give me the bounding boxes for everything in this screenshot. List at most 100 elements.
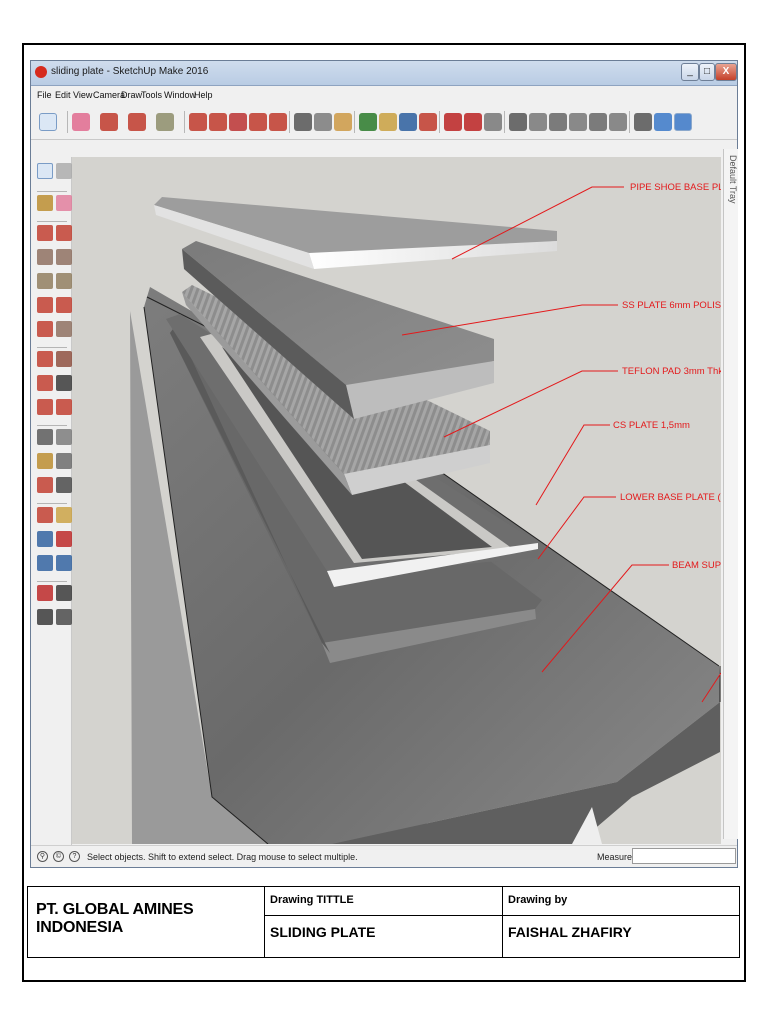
previous-view-icon[interactable]: [56, 555, 72, 571]
zoom-icon[interactable]: [399, 113, 417, 131]
menu-window[interactable]: Window: [164, 90, 196, 100]
orbit-icon[interactable]: [359, 113, 377, 131]
tape-measure-icon[interactable]: [294, 113, 312, 131]
tape-measure-icon[interactable]: [37, 429, 53, 445]
select-icon[interactable]: [39, 113, 57, 131]
title-bar[interactable]: sliding plate - SketchUp Make 2016 _ □ X: [31, 61, 737, 86]
iso-view-icon[interactable]: [509, 113, 527, 131]
maximize-button[interactable]: □: [699, 63, 715, 81]
zoom-window-icon[interactable]: [56, 531, 72, 547]
measurements-input[interactable]: [632, 848, 736, 864]
walk-icon[interactable]: [37, 609, 53, 625]
author-divider: [503, 915, 739, 916]
status-message: Select objects. Shift to extend select. …: [87, 852, 358, 862]
protractor-icon[interactable]: [37, 453, 53, 469]
geo-location-icon[interactable]: ⚲: [37, 851, 48, 862]
section-display-icon[interactable]: [654, 113, 672, 131]
arc-icon[interactable]: [37, 297, 53, 313]
eraser-icon[interactable]: [56, 195, 72, 211]
toolbar-separator: [37, 191, 67, 192]
section-plane-icon[interactable]: [634, 113, 652, 131]
pan-icon[interactable]: [379, 113, 397, 131]
rotated-rect-icon[interactable]: [56, 249, 72, 265]
offset-icon[interactable]: [269, 113, 287, 131]
warehouse-icon[interactable]: [444, 113, 462, 131]
credits-icon[interactable]: ©: [53, 851, 64, 862]
sketchup-window: sliding plate - SketchUp Make 2016 _ □ X…: [30, 60, 738, 868]
company-cell: PT. GLOBAL AMINES INDONESIA: [28, 887, 265, 957]
pan-icon[interactable]: [56, 507, 72, 523]
drawing-title-value: SLIDING PLATE: [270, 924, 376, 940]
menu-file[interactable]: File: [37, 90, 52, 100]
minimize-button[interactable]: _: [681, 63, 699, 81]
drawing-by-value: FAISHAL ZHAFIRY: [508, 924, 632, 940]
text-icon[interactable]: [56, 453, 72, 469]
move-icon[interactable]: [209, 113, 227, 131]
tray-label: Default Tray: [728, 155, 738, 204]
model-viewport[interactable]: PIPE SHOE BASE PLATE SS PLATE 6mm POLISH…: [72, 157, 721, 844]
push-pull-icon[interactable]: [189, 113, 207, 131]
section-cut-icon[interactable]: [674, 113, 692, 131]
select-icon[interactable]: [37, 163, 53, 179]
section-plane-icon[interactable]: [56, 609, 72, 625]
left-view-icon[interactable]: [609, 113, 627, 131]
menu-tools[interactable]: Tools: [141, 90, 162, 100]
shape-icon[interactable]: [128, 113, 146, 131]
toolbar-separator: [629, 111, 630, 133]
line-icon[interactable]: [37, 225, 53, 241]
menu-draw[interactable]: Draw: [121, 90, 142, 100]
3d-text-icon[interactable]: [56, 477, 72, 493]
pencil-icon[interactable]: [100, 113, 118, 131]
polygon-icon[interactable]: [56, 273, 72, 289]
eraser-icon[interactable]: [72, 113, 90, 131]
scale-icon[interactable]: [249, 113, 267, 131]
rotate-icon[interactable]: [37, 375, 53, 391]
styles-icon[interactable]: [484, 113, 502, 131]
paint-icon[interactable]: [156, 113, 174, 131]
push-pull-icon[interactable]: [56, 351, 72, 367]
circle-icon[interactable]: [37, 273, 53, 289]
dimension-icon[interactable]: [56, 429, 72, 445]
scale-icon[interactable]: [37, 399, 53, 415]
help-icon[interactable]: ?: [69, 851, 80, 862]
position-camera-icon[interactable]: [37, 585, 53, 601]
label-lower-base: LOWER BASE PLATE (CS): [620, 492, 721, 503]
toolbar-separator: [439, 111, 440, 133]
two-point-arc-icon[interactable]: [37, 321, 53, 337]
three-point-arc-icon[interactable]: [56, 321, 72, 337]
right-view-icon[interactable]: [569, 113, 587, 131]
look-around-icon[interactable]: [56, 585, 72, 601]
menu-help[interactable]: Help: [194, 90, 213, 100]
paint-bucket-icon[interactable]: [37, 195, 53, 211]
menu-view[interactable]: View: [73, 90, 92, 100]
pie-icon[interactable]: [56, 297, 72, 313]
back-view-icon[interactable]: [589, 113, 607, 131]
menu-edit[interactable]: Edit: [55, 90, 71, 100]
window-title: sliding plate - SketchUp Make 2016: [51, 66, 209, 77]
rectangle-icon[interactable]: [37, 249, 53, 265]
axes-icon[interactable]: [334, 113, 352, 131]
toolbar-separator: [354, 111, 355, 133]
axes-icon[interactable]: [37, 477, 53, 493]
left-toolbar: [31, 157, 72, 845]
toolbar-separator: [37, 221, 67, 222]
toolbar-separator: [37, 425, 67, 426]
rotate-icon[interactable]: [229, 113, 247, 131]
move-icon[interactable]: [37, 351, 53, 367]
label-pipe-shoe: PIPE SHOE BASE PLATE: [630, 182, 721, 193]
orbit-icon[interactable]: [37, 507, 53, 523]
text-icon[interactable]: [314, 113, 332, 131]
default-tray[interactable]: Default Tray: [723, 149, 738, 839]
close-button[interactable]: X: [715, 63, 737, 81]
component-icon[interactable]: [56, 163, 72, 179]
front-view-icon[interactable]: [549, 113, 567, 131]
follow-me-icon[interactable]: [56, 375, 72, 391]
zoom-extents-icon[interactable]: [419, 113, 437, 131]
offset-icon[interactable]: [56, 399, 72, 415]
zoom-icon[interactable]: [37, 531, 53, 547]
extension-icon[interactable]: [464, 113, 482, 131]
freehand-icon[interactable]: [56, 225, 72, 241]
label-teflon-pad: TEFLON PAD 3mm Thk: [622, 366, 721, 377]
zoom-extents-icon[interactable]: [37, 555, 53, 571]
top-view-icon[interactable]: [529, 113, 547, 131]
